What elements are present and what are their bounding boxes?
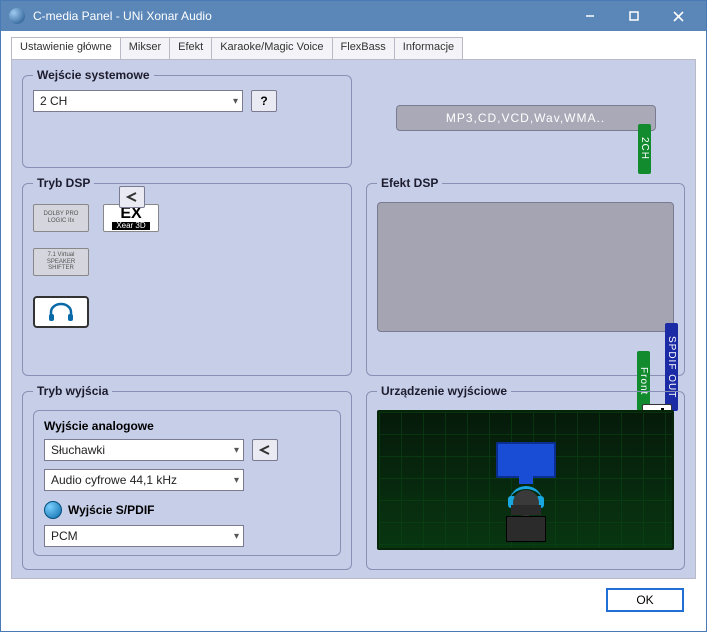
help-button[interactable]: ? xyxy=(251,90,277,112)
dialog-footer: OK xyxy=(11,579,696,621)
group-output-device: Urządzenie wyjściowe xyxy=(366,384,685,570)
app-window: C-media Panel - UNi Xonar Audio Ustawien… xyxy=(0,0,707,632)
spdif-format-select[interactable]: PCM ▾ xyxy=(44,525,244,547)
dolby-label: DOLBY PRO LOGIC IIx xyxy=(34,211,88,224)
tab-main-settings[interactable]: Ustawienie główne xyxy=(11,37,121,59)
tabbar: Ustawienie główne Mikser Efekt Karaoke/M… xyxy=(11,37,696,59)
group-system-input: Wejście systemowe 2 CH ▾ ? xyxy=(22,68,352,168)
client-area: Ustawienie główne Mikser Efekt Karaoke/M… xyxy=(1,31,706,631)
sample-rate-value: Audio cyfrowe 44,1 kHz xyxy=(51,473,177,487)
connector-2ch: 2CH xyxy=(638,124,651,174)
group-output-mode: Tryb wyjścia Wyjście analogowe Słuchawki… xyxy=(22,384,352,570)
dsp-reset-button[interactable] xyxy=(119,186,145,208)
spdif-enable-toggle[interactable] xyxy=(44,501,62,519)
window-title: C-media Panel - UNi Xonar Audio xyxy=(33,9,568,23)
legend-system-input: Wejście systemowe xyxy=(33,68,154,82)
app-icon xyxy=(9,8,25,24)
tab-effect[interactable]: Efekt xyxy=(169,37,212,59)
minimize-button[interactable] xyxy=(568,2,612,30)
tab-panel-main: Wejście systemowe 2 CH ▾ ? MP3,CD,VCD,Wa… xyxy=(11,59,696,579)
xear-ex-label: EX xyxy=(120,206,141,222)
chevron-down-icon: ▾ xyxy=(234,445,239,456)
spdif-format-value: PCM xyxy=(51,529,78,543)
analog-output-label: Wyjście analogowe xyxy=(44,419,154,433)
analog-output-subgroup: Wyjście analogowe Słuchawki ▾ Audi xyxy=(33,410,341,556)
undo-icon xyxy=(125,191,139,203)
listening-stage[interactable] xyxy=(377,410,674,550)
formats-display: MP3,CD,VCD,Wav,WMA.. xyxy=(396,105,656,131)
formats-area: MP3,CD,VCD,Wav,WMA.. 2CH xyxy=(366,68,685,168)
tab-flexbass[interactable]: FlexBass xyxy=(332,37,395,59)
group-dsp-mode: Tryb DSP DOLBY PRO LOGIC IIx EX Xear 3D … xyxy=(22,176,352,376)
channel-select-value: 2 CH xyxy=(40,94,67,108)
spdif-label: Wyjście S/PDIF xyxy=(68,503,154,517)
legend-output-device: Urządzenie wyjściowe xyxy=(377,384,511,398)
stage-monitor-icon xyxy=(496,442,556,478)
ok-button[interactable]: OK xyxy=(606,588,684,612)
dolby-prologic-button[interactable]: DOLBY PRO LOGIC IIx xyxy=(33,204,89,232)
maximize-button[interactable] xyxy=(612,2,656,30)
chevron-down-icon: ▾ xyxy=(233,96,238,107)
dsp-effect-display xyxy=(377,202,674,332)
undo-icon xyxy=(258,444,272,456)
titlebar: C-media Panel - UNi Xonar Audio xyxy=(1,1,706,31)
analog-output-value: Słuchawki xyxy=(51,443,105,457)
virtual71-button[interactable]: 7.1 Virtual SPEAKER SHIFTER xyxy=(33,248,89,276)
xear-3d-label: Xear 3D xyxy=(112,222,149,230)
chevron-down-icon: ▾ xyxy=(234,475,239,486)
headphone-icon xyxy=(47,302,75,322)
legend-output-mode: Tryb wyjścia xyxy=(33,384,112,398)
analog-output-select[interactable]: Słuchawki ▾ xyxy=(44,439,244,461)
virtual71-label: 7.1 Virtual SPEAKER SHIFTER xyxy=(34,252,88,272)
sample-rate-select[interactable]: Audio cyfrowe 44,1 kHz ▾ xyxy=(44,469,244,491)
legend-dsp-effect: Efekt DSP xyxy=(377,176,442,190)
maximize-icon xyxy=(629,11,639,21)
analog-reset-button[interactable] xyxy=(252,439,278,461)
tab-mixer[interactable]: Mikser xyxy=(120,37,170,59)
legend-dsp-mode: Tryb DSP xyxy=(33,176,94,190)
channel-select[interactable]: 2 CH ▾ xyxy=(33,90,243,112)
headphone-mode-button[interactable] xyxy=(33,296,89,328)
ok-button-label: OK xyxy=(636,593,653,607)
close-icon xyxy=(673,11,684,22)
question-icon: ? xyxy=(260,94,267,108)
stage-chair-icon xyxy=(506,516,546,542)
group-dsp-effect: Efekt DSP Front SPDIF OUT xyxy=(366,176,685,376)
close-button[interactable] xyxy=(656,2,700,30)
tab-info[interactable]: Informacje xyxy=(394,37,463,59)
chevron-down-icon: ▾ xyxy=(234,531,239,542)
minimize-icon xyxy=(585,11,595,21)
tab-karaoke[interactable]: Karaoke/Magic Voice xyxy=(211,37,332,59)
xear3d-button[interactable]: EX Xear 3D xyxy=(103,204,159,232)
